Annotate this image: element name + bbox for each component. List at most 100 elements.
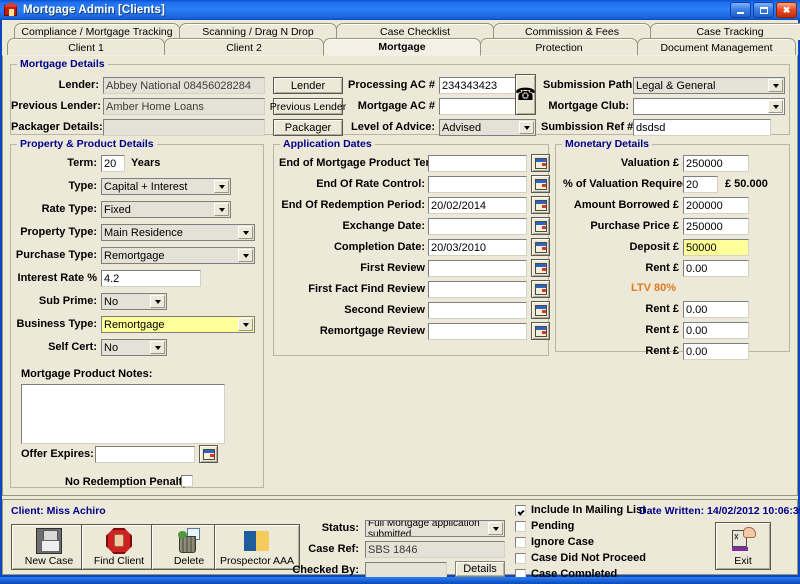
rent-field-primary[interactable]: 0.00	[683, 260, 749, 277]
new-case-button[interactable]: New Case	[11, 524, 87, 570]
property-type-select[interactable]: Main Residence	[101, 224, 255, 241]
packager-details-field[interactable]	[103, 119, 265, 136]
amount-borrowed-label: Amount Borrowed £	[573, 199, 679, 211]
purchase-price-label: Purchase Price £	[590, 220, 679, 232]
chevron-down-icon[interactable]	[238, 249, 253, 262]
calendar-icon[interactable]	[531, 196, 550, 214]
details-button[interactable]: Details	[455, 561, 505, 577]
calendar-icon[interactable]	[531, 175, 550, 193]
lender-label: Lender:	[58, 79, 99, 91]
remortgage-review-field[interactable]	[428, 323, 527, 340]
property-type-label: Property Type:	[20, 226, 97, 238]
telephone-handset-icon[interactable]: ☎	[515, 74, 536, 115]
calendar-icon[interactable]	[531, 280, 550, 298]
rate-type-select[interactable]: Fixed	[101, 201, 231, 218]
case-ref-field[interactable]: SBS 1846	[365, 541, 505, 558]
include-in-mailing-list-checkbox[interactable]	[515, 505, 526, 516]
level-of-advice-select[interactable]: Advised	[439, 119, 536, 136]
business-type-select[interactable]: Remortgage	[101, 316, 255, 333]
chevron-down-icon[interactable]	[238, 318, 253, 331]
sub-prime-value: No	[104, 295, 119, 308]
calendar-icon[interactable]	[199, 445, 218, 463]
type-select[interactable]: Capital + Interest	[101, 178, 231, 195]
tab-client-1[interactable]: Client 1	[7, 38, 165, 56]
chevron-down-icon[interactable]	[214, 203, 229, 216]
tab-protection[interactable]: Protection	[480, 38, 638, 56]
submission-ref-field[interactable]: dsdsd	[633, 119, 771, 136]
tab-mortgage[interactable]: Mortgage	[323, 38, 481, 56]
tab-label: Case Tracking	[696, 26, 764, 38]
end-rate-control-field[interactable]	[428, 176, 527, 193]
second-review-label: Second Review	[344, 304, 425, 316]
find-client-button[interactable]: Find Client	[81, 524, 157, 570]
rent-label: Rent £	[645, 262, 679, 274]
chevron-down-icon[interactable]	[519, 121, 534, 134]
term-field[interactable]: 20	[101, 155, 125, 172]
tab-label: Case Checklist	[379, 26, 451, 38]
lender-field[interactable]: Abbey National 08456028284	[103, 77, 265, 94]
no-redemption-penalty-label: No Redemption Penalty	[65, 476, 189, 488]
chevron-down-icon[interactable]	[488, 522, 503, 535]
completion-date-field[interactable]: 20/03/2010	[428, 239, 527, 256]
calendar-icon[interactable]	[531, 154, 550, 172]
no-redemption-penalty-checkbox[interactable]	[181, 475, 193, 487]
rent-field-3[interactable]: 0.00	[683, 343, 749, 360]
offer-expires-field[interactable]	[95, 446, 195, 463]
exchange-date-field[interactable]	[428, 218, 527, 235]
prospector-aaa-button[interactable]: Prospector AAA	[214, 524, 300, 570]
end-redemption-period-field[interactable]: 20/02/2014	[428, 197, 527, 214]
maximize-button[interactable]	[753, 2, 774, 18]
submission-path-select[interactable]: Legal & General	[633, 77, 785, 94]
window-title: Mortgage Admin [Clients]	[23, 4, 165, 16]
processing-ac-label: Processing AC #	[347, 79, 435, 91]
pct-valuation-required-field[interactable]: 20	[683, 176, 718, 193]
tab-client-2[interactable]: Client 2	[164, 38, 324, 56]
valuation-field[interactable]: 250000	[683, 155, 749, 172]
sub-prime-label: Sub Prime:	[38, 295, 97, 307]
case-did-not-proceed-checkbox[interactable]	[515, 553, 526, 564]
calendar-icon[interactable]	[531, 301, 550, 319]
previous-lender-field[interactable]: Amber Home Loans	[103, 98, 265, 115]
deposit-field[interactable]: 50000	[683, 239, 749, 256]
interest-rate-field[interactable]: 4.2	[101, 270, 201, 287]
sub-prime-select[interactable]: No	[101, 293, 167, 310]
level-of-advice-value: Advised	[442, 121, 482, 134]
exit-button[interactable]: ☓ Exit	[715, 522, 771, 570]
chevron-down-icon[interactable]	[214, 180, 229, 193]
calendar-icon[interactable]	[531, 259, 550, 277]
close-icon[interactable]: ✖	[776, 2, 797, 18]
rent-label: Rent £	[645, 303, 679, 315]
ignore-case-checkbox[interactable]	[515, 537, 526, 548]
pending-checkbox[interactable]	[515, 521, 526, 532]
packager-details-label: Packager Details:	[11, 121, 103, 133]
rent-field-1[interactable]: 0.00	[683, 301, 749, 318]
chevron-down-icon[interactable]	[150, 341, 165, 354]
mortgage-club-select[interactable]	[633, 98, 785, 115]
chevron-down-icon[interactable]	[150, 295, 165, 308]
lender-button[interactable]: Lender	[273, 77, 343, 94]
first-review-field[interactable]	[428, 260, 527, 277]
calendar-icon[interactable]	[531, 217, 550, 235]
chevron-down-icon[interactable]	[768, 79, 783, 92]
second-review-field[interactable]	[428, 302, 527, 319]
rent-field-2[interactable]: 0.00	[683, 322, 749, 339]
first-fact-find-review-field[interactable]	[428, 281, 527, 298]
status-select[interactable]: Full Mortgage application submitted	[365, 520, 505, 537]
tab-document-management[interactable]: Document Management	[637, 38, 796, 56]
minimize-button[interactable]	[730, 2, 751, 18]
amount-borrowed-field[interactable]: 200000	[683, 197, 749, 214]
chevron-down-icon[interactable]	[768, 100, 783, 113]
chevron-down-icon[interactable]	[238, 226, 253, 239]
purchase-type-select[interactable]: Remortgage	[101, 247, 255, 264]
previous-lender-button[interactable]: Previous Lender	[270, 98, 346, 115]
purchase-price-field[interactable]: 250000	[683, 218, 749, 235]
term-unit-label: Years	[131, 157, 161, 169]
term-label: Term:	[67, 157, 97, 169]
calendar-icon[interactable]	[531, 238, 550, 256]
calendar-icon[interactable]	[531, 322, 550, 340]
submission-ref-label: Sumbission Ref #	[541, 121, 634, 133]
self-cert-select[interactable]: No	[101, 339, 167, 356]
end-mortgage-product-term-field[interactable]	[428, 155, 527, 172]
mortgage-product-notes-input[interactable]	[21, 384, 225, 444]
window-controls: ✖	[730, 2, 797, 18]
